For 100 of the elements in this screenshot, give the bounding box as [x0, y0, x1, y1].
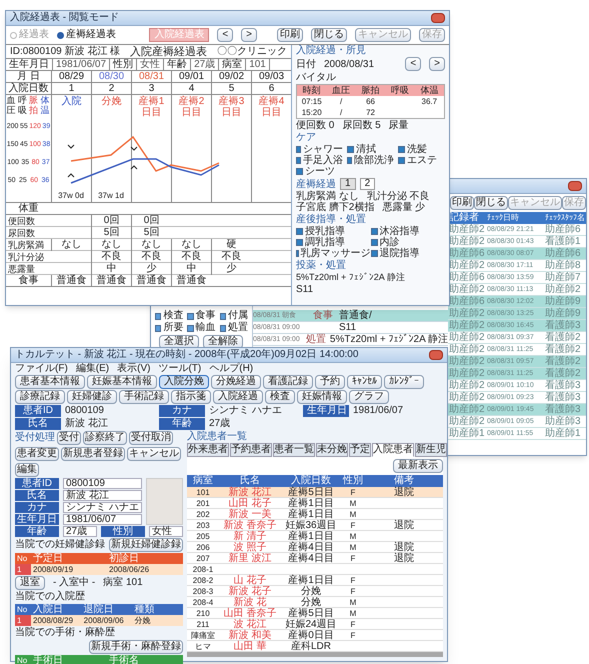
- tab[interactable]: 患者一覧: [273, 443, 315, 457]
- toolbar-button[interactable]: 妊婦健診: [67, 390, 117, 404]
- checkbox-label: 洗髪: [407, 144, 427, 155]
- patient-row[interactable]: 207 新里 波江 産褥4日目 F 退院: [187, 553, 443, 564]
- checkbox[interactable]: [220, 312, 226, 320]
- tab[interactable]: 外来患者: [187, 443, 229, 457]
- close-icon[interactable]: [431, 13, 445, 23]
- input-field[interactable]: 0800109: [63, 478, 142, 489]
- patient-row[interactable]: 208-4 新波 花 分娩 M: [187, 597, 443, 608]
- toolbar-button[interactable]: 診療記録: [15, 390, 65, 404]
- checkbox[interactable]: [187, 324, 194, 332]
- nav-button[interactable]: <: [405, 57, 422, 71]
- patient-row[interactable]: 210 山田 香奈子 産褥5日目 M: [187, 608, 443, 619]
- toolbar-button[interactable]: ｶﾚﾝﾀﾞｰ: [384, 375, 424, 389]
- toolbar-button[interactable]: 指示箋: [171, 390, 211, 404]
- toolbar-button[interactable]: 検査: [265, 390, 295, 404]
- checkbox[interactable]: [370, 228, 378, 235]
- checkbox[interactable]: [347, 157, 352, 164]
- checkbox[interactable]: [296, 239, 303, 246]
- toolbar-button[interactable]: 閉じる: [311, 28, 347, 42]
- toolbar-button[interactable]: 予約: [315, 375, 345, 389]
- toolbar-button[interactable]: 妊娠情報: [297, 390, 347, 404]
- patient-row[interactable]: 202 新波 一美 産褥1日目 M: [187, 509, 443, 520]
- toolbar-button[interactable]: 入院経過: [213, 390, 263, 404]
- checkbox[interactable]: [370, 250, 378, 257]
- input-field[interactable]: 27歳: [63, 526, 97, 537]
- toolbar-button[interactable]: 閉じる: [474, 196, 508, 210]
- menu-item[interactable]: 編集(E): [76, 363, 110, 375]
- checkbox[interactable]: [296, 168, 303, 175]
- tab[interactable]: 新生児: [415, 443, 447, 457]
- toolbar-button[interactable]: 看護記録: [263, 375, 313, 389]
- menu-item[interactable]: 表示(V): [117, 363, 150, 375]
- reception-button[interactable]: 編集: [15, 463, 39, 477]
- input-field[interactable]: 女性: [149, 526, 183, 537]
- checkbox[interactable]: [155, 312, 162, 320]
- toolbar-button[interactable]: 印刷: [450, 196, 474, 210]
- patient-row[interactable]: 205 新 清子 産褥1日目 M: [187, 531, 443, 542]
- patient-row[interactable]: 208-2 山 花子 産褥1日目 F: [187, 575, 443, 586]
- field-value: 尿回数 5: [342, 120, 381, 131]
- add-button[interactable]: 新規妊婦健診録: [109, 538, 183, 552]
- menu-item[interactable]: ヘルプ(H): [209, 363, 254, 375]
- table-cell-text: 分娩: [301, 596, 322, 608]
- reception-button[interactable]: 診察終了: [83, 431, 127, 445]
- checkbox[interactable]: [155, 324, 162, 332]
- toolbar-button[interactable]: ｷｬﾝｾﾙ: [347, 375, 382, 389]
- table-cell-text: M: [348, 542, 358, 552]
- radio-button[interactable]: [10, 32, 17, 38]
- toolbar-button[interactable]: 分娩経過: [211, 375, 261, 389]
- menu-item[interactable]: ツール(T): [158, 363, 202, 375]
- checkbox[interactable]: [296, 146, 301, 153]
- reception-button[interactable]: 患者変更: [15, 447, 59, 461]
- patient-row[interactable]: 201 山田 花子 産褥1日目 M: [187, 498, 443, 509]
- patient-row[interactable]: 陣痛室 新波 和美 産褥0日目 F: [187, 630, 443, 641]
- toolbar-button[interactable]: 妊娠基本情報: [87, 375, 157, 389]
- tab[interactable]: 予約患者: [230, 443, 272, 457]
- tab[interactable]: 予定: [349, 443, 371, 457]
- patient-row[interactable]: 203 新波 香奈子 妊娠36週目 F 退院: [187, 520, 443, 531]
- close-icon[interactable]: [429, 350, 443, 360]
- toolbar-button[interactable]: グラフ: [349, 390, 389, 404]
- menu-item[interactable]: ファイル(F): [15, 363, 68, 375]
- checkbox[interactable]: [296, 228, 303, 235]
- patient-row[interactable]: ヒマ 山田 華 産科LDR: [187, 641, 443, 652]
- checkbox[interactable]: [398, 146, 405, 153]
- exit-button[interactable]: 退室: [15, 576, 45, 590]
- toolbar-button[interactable]: 印刷: [277, 28, 303, 42]
- checkbox[interactable]: [296, 250, 298, 257]
- tab[interactable]: 1: [340, 178, 356, 190]
- input-field[interactable]: 新波 花江: [63, 490, 142, 501]
- tab[interactable]: 入院患者: [372, 443, 414, 457]
- patient-row[interactable]: 101 新波 花江 産褥5日目 F 退院: [187, 487, 443, 498]
- toolbar-button[interactable]: 手術記録: [119, 390, 169, 404]
- patient-row[interactable]: 208-1: [187, 564, 443, 575]
- nav-button[interactable]: >: [429, 57, 445, 71]
- close-icon[interactable]: [568, 181, 582, 191]
- nav-button[interactable]: >: [241, 28, 257, 42]
- patient-row[interactable]: 211 波 花江 妊娠24週目 F: [187, 619, 443, 630]
- table-cell: なし: [51, 238, 91, 250]
- refresh-button[interactable]: 最新表示: [393, 459, 443, 473]
- reception-button[interactable]: 受付: [57, 431, 81, 445]
- reception-button[interactable]: 受付取消: [129, 431, 173, 445]
- row-label: 乳房緊満: [7, 238, 45, 250]
- input-field[interactable]: 1981/06/07: [63, 514, 142, 525]
- patient-row[interactable]: 208-3 新波 花子 分娩 F: [187, 586, 443, 597]
- radio-button[interactable]: [57, 32, 64, 38]
- checkbox[interactable]: [187, 312, 194, 320]
- input-field[interactable]: シンナミ ハナエ: [63, 502, 142, 513]
- patient-row[interactable]: 206 波 照子 産褥4日目 M 退院: [187, 542, 443, 553]
- reception-button[interactable]: キャンセル: [127, 447, 181, 461]
- reception-button[interactable]: 新規患者登録: [61, 447, 125, 461]
- tab[interactable]: 未分娩: [316, 443, 348, 457]
- checkbox[interactable]: [220, 324, 226, 332]
- checkbox[interactable]: [370, 239, 378, 246]
- checkbox[interactable]: [398, 157, 405, 164]
- tab[interactable]: 2: [360, 178, 376, 190]
- checkbox[interactable]: [347, 146, 354, 153]
- toolbar-button[interactable]: 患者基本情報: [15, 375, 85, 389]
- toolbar-button[interactable]: 入院分娩: [159, 375, 209, 389]
- add-button[interactable]: 新規手術・麻酔登録: [89, 640, 183, 654]
- nav-button[interactable]: <: [217, 28, 234, 42]
- checkbox[interactable]: [296, 157, 301, 164]
